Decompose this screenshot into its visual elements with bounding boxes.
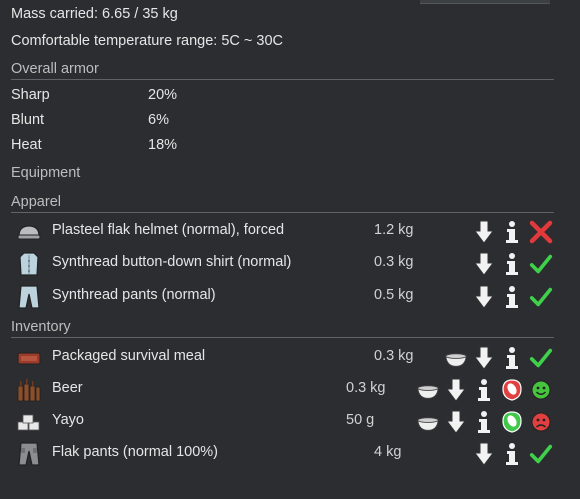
pants-icon: [16, 285, 42, 309]
item-mass: 0.3 kg: [346, 380, 386, 396]
allowed-check-icon[interactable]: [529, 252, 553, 276]
drop-button[interactable]: [444, 378, 468, 402]
item-mass: 0.3 kg: [374, 348, 414, 364]
drop-button[interactable]: [472, 285, 496, 309]
beer-icon: [16, 378, 42, 402]
armor-label: Heat: [11, 137, 42, 153]
item-mass: 50 g: [346, 412, 375, 428]
consume-bowl-button[interactable]: [444, 346, 468, 370]
item-name: Packaged survival meal: [52, 348, 206, 364]
mass-carried-label: Mass carried: 6.65 / 35 kg: [11, 6, 178, 22]
apparel-item-pants[interactable]: Synthread pants (normal) 0.5 kg: [16, 282, 560, 312]
drop-button[interactable]: [472, 252, 496, 276]
drop-button[interactable]: [472, 220, 496, 244]
armor-value: 6%: [148, 112, 169, 128]
armor-label: Sharp: [11, 87, 50, 103]
consume-bowl-button[interactable]: [416, 378, 440, 402]
item-name: Flak pants (normal 100%): [52, 444, 219, 460]
armor-row-sharp: Sharp 20%: [11, 87, 311, 109]
item-name: Synthread pants (normal): [52, 287, 216, 303]
allowed-check-icon[interactable]: [529, 442, 553, 466]
comfortable-temperature-label: Comfortable temperature range: 5C ~ 30C: [11, 33, 284, 49]
item-name: Beer: [52, 380, 83, 396]
helmet-icon: [16, 220, 42, 244]
item-name: Plasteel flak helmet (normal), forced: [52, 222, 285, 238]
armor-value: 18%: [148, 137, 178, 153]
inventory-item-flak-pants[interactable]: Flak pants (normal 100%) 4 kg: [16, 439, 560, 469]
drop-button[interactable]: [472, 346, 496, 370]
inventory-item-yayo[interactable]: Yayo 50 g: [16, 407, 560, 437]
info-button[interactable]: [500, 346, 524, 370]
apparel-heading: Apparel: [11, 194, 554, 213]
yayo-icon: [16, 410, 42, 434]
allowed-check-icon[interactable]: [529, 285, 553, 309]
consume-bowl-button[interactable]: [416, 410, 440, 434]
info-button[interactable]: [500, 220, 524, 244]
drug-policy-red-icon[interactable]: [500, 378, 524, 402]
item-mass: 0.5 kg: [374, 287, 414, 303]
item-name: Yayo: [52, 412, 84, 428]
shirt-icon: [16, 252, 42, 276]
meal-icon: [16, 346, 42, 370]
item-mass: 4 kg: [374, 444, 402, 460]
armor-label: Blunt: [11, 112, 45, 128]
drug-policy-green-icon[interactable]: [500, 410, 524, 434]
info-button[interactable]: [472, 410, 496, 434]
info-button[interactable]: [500, 442, 524, 466]
item-mass: 1.2 kg: [374, 222, 414, 238]
drop-button[interactable]: [444, 410, 468, 434]
mood-angry-icon: [529, 410, 553, 434]
forbidden-cross-icon[interactable]: [529, 220, 553, 244]
info-button[interactable]: [472, 378, 496, 402]
item-name: Synthread button-down shirt (normal): [52, 254, 292, 270]
top-panel-edge: [420, 0, 550, 4]
allowed-check-icon[interactable]: [529, 346, 553, 370]
item-mass: 0.3 kg: [374, 254, 414, 270]
armor-value: 20%: [148, 87, 178, 103]
info-button[interactable]: [500, 252, 524, 276]
flak-pants-icon: [16, 442, 42, 466]
overall-armor-heading: Overall armor: [11, 61, 554, 80]
inventory-item-meal[interactable]: Packaged survival meal 0.3 kg: [16, 343, 560, 373]
inventory-item-beer[interactable]: Beer 0.3 kg: [16, 375, 560, 405]
equipment-heading: Equipment: [11, 165, 81, 181]
apparel-item-helmet[interactable]: Plasteel flak helmet (normal), forced 1.…: [16, 217, 560, 247]
inventory-heading: Inventory: [11, 319, 554, 338]
mood-happy-icon: [529, 378, 553, 402]
armor-row-blunt: Blunt 6%: [11, 112, 311, 134]
apparel-item-shirt[interactable]: Synthread button-down shirt (normal) 0.3…: [16, 249, 560, 279]
drop-button[interactable]: [472, 442, 496, 466]
info-button[interactable]: [500, 285, 524, 309]
armor-row-heat: Heat 18%: [11, 137, 311, 159]
